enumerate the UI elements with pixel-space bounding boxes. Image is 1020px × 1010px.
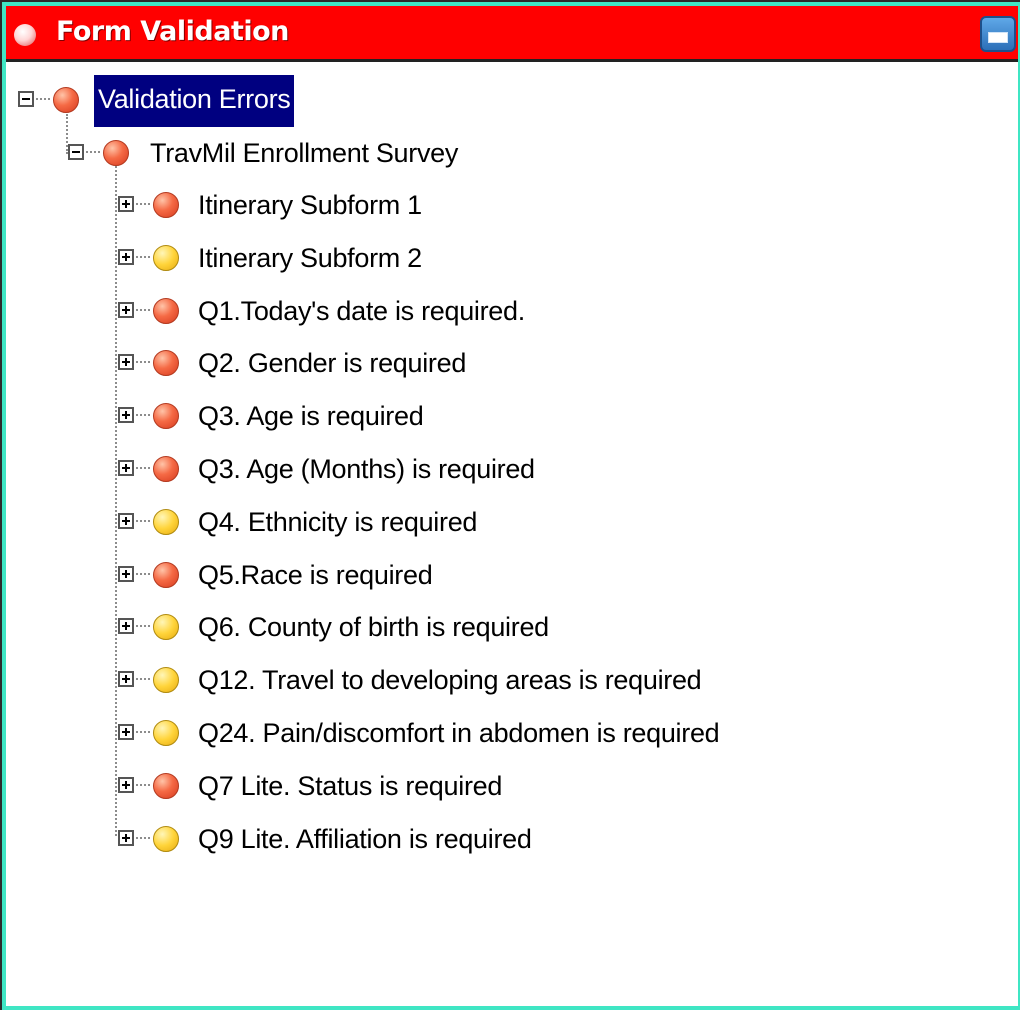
expand-toggle[interactable] (118, 407, 134, 423)
tree-node-item[interactable]: Q12. Travel to developing areas is requi… (6, 659, 906, 703)
error-status-icon (153, 403, 179, 429)
validation-tree[interactable]: Validation Errors TravMil Enrollment Sur… (6, 62, 1018, 1006)
tree-hline (136, 573, 150, 575)
tree-node-item[interactable]: Q3. Age (Months) is required (6, 448, 906, 492)
tree-node-label[interactable]: Q4. Ethnicity is required (194, 503, 481, 541)
tree-node-item[interactable]: Q24. Pain/discomfort in abdomen is requi… (6, 712, 906, 756)
tree-hline (136, 309, 150, 311)
warning-status-icon (153, 614, 179, 640)
expand-toggle[interactable] (118, 513, 134, 529)
warning-status-icon (153, 667, 179, 693)
tree-hline (36, 98, 50, 100)
tree-node-item[interactable]: Q6. County of birth is required (6, 606, 906, 650)
tree-node-item[interactable]: Q3. Age is required (6, 395, 906, 439)
tree-hline (136, 256, 150, 258)
tree-hline (136, 784, 150, 786)
tree-hline (86, 151, 100, 153)
form-validation-window: Form Validation Validation Errors TravMi… (2, 2, 1020, 1010)
tree-node-item[interactable]: Q4. Ethnicity is required (6, 501, 906, 545)
tree-node-label[interactable]: Q3. Age (Months) is required (194, 450, 539, 488)
tree-hline (136, 731, 150, 733)
tree-hline (136, 414, 150, 416)
tree-node-label[interactable]: Itinerary Subform 1 (194, 186, 426, 224)
tree-node-label[interactable]: Q9 Lite. Affiliation is required (194, 820, 536, 858)
tree-node-label[interactable]: Q6. County of birth is required (194, 608, 553, 646)
expand-toggle[interactable] (118, 566, 134, 582)
expand-toggle[interactable] (118, 618, 134, 634)
warning-status-icon (153, 509, 179, 535)
tree-node-label[interactable]: Itinerary Subform 2 (194, 239, 426, 277)
title-bar[interactable]: Form Validation (6, 6, 1018, 62)
window-status-icon (14, 24, 36, 46)
collapse-toggle-survey[interactable] (68, 144, 84, 160)
warning-status-icon (153, 720, 179, 746)
error-status-icon (153, 350, 179, 376)
tree-node-item[interactable]: Q5.Race is required (6, 554, 906, 598)
error-status-icon (153, 562, 179, 588)
expand-toggle[interactable] (118, 354, 134, 370)
tree-hline (136, 625, 150, 627)
tree-node-label[interactable]: Validation Errors (94, 75, 295, 127)
tree-node-item[interactable]: Q9 Lite. Affiliation is required (6, 818, 906, 862)
expand-toggle[interactable] (118, 777, 134, 793)
tree-hline (136, 678, 150, 680)
tree-node-item[interactable]: Itinerary Subform 1 (6, 184, 906, 228)
window-title: Form Validation (56, 16, 289, 47)
tree-hline (136, 203, 150, 205)
tree-node-label[interactable]: Q2. Gender is required (194, 344, 470, 382)
tree-node-label[interactable]: Q12. Travel to developing areas is requi… (194, 661, 705, 699)
expand-toggle[interactable] (118, 671, 134, 687)
error-status-icon (153, 456, 179, 482)
error-status-icon (153, 192, 179, 218)
error-status-icon (153, 298, 179, 324)
tree-node-item[interactable]: Q1.Today's date is required. (6, 290, 906, 334)
tree-node-item[interactable]: Q7 Lite. Status is required (6, 765, 906, 809)
tree-hline (136, 520, 150, 522)
error-status-icon (153, 773, 179, 799)
collapse-toggle-root[interactable] (18, 91, 34, 107)
error-status-icon (103, 140, 129, 166)
tree-node-label[interactable]: TravMil Enrollment Survey (146, 134, 462, 172)
expand-toggle[interactable] (118, 302, 134, 318)
expand-toggle[interactable] (118, 830, 134, 846)
tree-node-label[interactable]: Q7 Lite. Status is required (194, 767, 506, 805)
minimize-button[interactable] (980, 16, 1016, 52)
tree-hline (136, 837, 150, 839)
tree-node-label[interactable]: Q3. Age is required (194, 397, 427, 435)
expand-toggle[interactable] (118, 249, 134, 265)
error-status-icon (53, 87, 79, 113)
tree-node-item[interactable]: Q2. Gender is required (6, 342, 906, 386)
expand-toggle[interactable] (118, 724, 134, 740)
tree-node-label[interactable]: Q24. Pain/discomfort in abdomen is requi… (194, 714, 723, 752)
warning-status-icon (153, 245, 179, 271)
tree-hline (136, 467, 150, 469)
expand-toggle[interactable] (118, 196, 134, 212)
tree-node-root[interactable]: Validation Errors (6, 75, 406, 127)
expand-toggle[interactable] (118, 460, 134, 476)
tree-node-survey[interactable]: TravMil Enrollment Survey (6, 132, 606, 176)
tree-node-label[interactable]: Q5.Race is required (194, 556, 436, 594)
warning-status-icon (153, 826, 179, 852)
tree-node-label[interactable]: Q1.Today's date is required. (194, 292, 529, 330)
tree-node-item[interactable]: Itinerary Subform 2 (6, 237, 906, 281)
tree-hline (136, 361, 150, 363)
